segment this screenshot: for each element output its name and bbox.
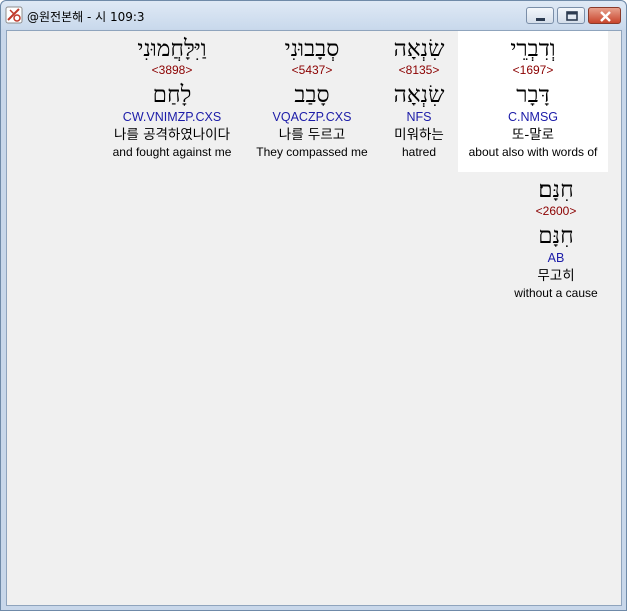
english-gloss: and fought against me xyxy=(112,145,232,159)
strong-number[interactable]: <8135> xyxy=(369,63,469,77)
strong-number[interactable]: <3898> xyxy=(92,63,252,77)
maximize-button[interactable] xyxy=(557,7,585,24)
english-gloss: about also with words of xyxy=(468,145,598,159)
morphology-code: C.NMSG xyxy=(508,110,558,124)
title-bar[interactable]: @원전본해 - 시 109:3 xyxy=(1,1,626,29)
app-logo-icon xyxy=(5,6,23,24)
maximize-icon xyxy=(566,11,578,21)
hebrew-lemma: חִנָּם xyxy=(538,223,574,249)
word-block-2[interactable]: שִׂנְאָה <8135> שִׂנְאָה NFS 미워하는 hatred xyxy=(369,31,469,159)
morphology-code: AB xyxy=(547,251,565,265)
word-block-1[interactable]: וְדִבְרֵי <1697> דָּבָר C.NMSG 또-말로 abou… xyxy=(458,31,608,172)
korean-gloss: 나를 공격하였나이다 xyxy=(113,127,231,143)
english-gloss: They compassed me xyxy=(256,145,368,159)
english-gloss: without a cause xyxy=(514,286,598,300)
korean-gloss: 무고히 xyxy=(537,268,575,284)
minimize-button[interactable] xyxy=(526,7,554,24)
hebrew-lemma: לָחַם xyxy=(152,82,192,108)
english-gloss: hatred xyxy=(401,145,437,159)
hebrew-word: סְבָבוּנִי xyxy=(284,36,340,62)
word-block-5[interactable]: חִנָּם׃ <2600> חִנָּם AB 무고히 without a c… xyxy=(496,177,616,300)
app-window: @원전본해 - 시 109:3 וְדִבְרֵי <1697> דָּבָר … xyxy=(0,0,627,611)
morphology-code: VQACZP.CXS xyxy=(272,110,352,124)
korean-gloss: 나를 두르고 xyxy=(278,127,346,143)
hebrew-lemma: סָבַב xyxy=(294,82,330,108)
korean-gloss: 미워하는 xyxy=(394,127,444,143)
hebrew-word: וְדִבְרֵי xyxy=(510,36,556,62)
hebrew-word: וַיִּלָּחֲמוּנִי xyxy=(137,36,207,62)
word-block-3[interactable]: סְבָבוּנִי <5437> סָבַב VQACZP.CXS 나를 두르… xyxy=(247,31,377,159)
word-block-4[interactable]: וַיִּלָּחֲמוּנִי <3898> לָחַם CW.VNIMZP.… xyxy=(92,31,252,159)
window-title: @원전본해 - 시 109:3 xyxy=(27,10,145,24)
minimize-icon xyxy=(536,18,545,21)
morphology-code: NFS xyxy=(406,110,432,124)
hebrew-lemma: דָּבָר xyxy=(516,82,550,108)
hebrew-word: חִנָּם׃ xyxy=(538,177,574,203)
morphology-code: CW.VNIMZP.CXS xyxy=(122,110,222,124)
close-icon xyxy=(600,11,611,22)
strong-number[interactable]: <5437> xyxy=(247,63,377,77)
hebrew-word: שִׂנְאָה xyxy=(393,36,445,62)
strong-number[interactable]: <2600> xyxy=(496,204,616,218)
hebrew-lemma: שִׂנְאָה xyxy=(393,82,445,108)
close-button[interactable] xyxy=(588,7,621,24)
verse-content-area[interactable]: וְדִבְרֵי <1697> דָּבָר C.NMSG 또-말로 abou… xyxy=(6,30,622,606)
korean-gloss: 또-말로 xyxy=(511,127,555,143)
strong-number[interactable]: <1697> xyxy=(458,63,608,77)
